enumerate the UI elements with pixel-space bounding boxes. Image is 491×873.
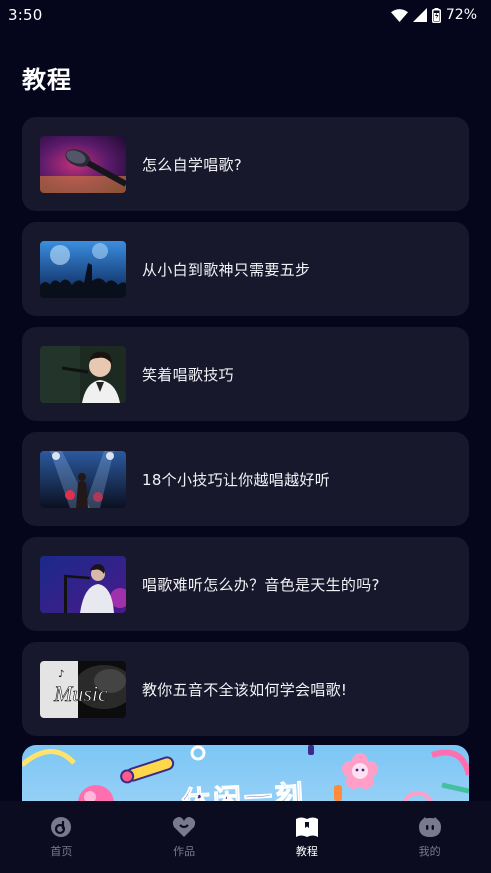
nav-item-works[interactable]: 作品	[123, 801, 246, 873]
profile-face-icon	[417, 815, 443, 839]
music-text-image: Music ♪	[40, 660, 126, 718]
wifi-icon	[390, 8, 408, 22]
nav-label-works: 作品	[173, 845, 196, 858]
status-time: 3:50	[8, 6, 43, 24]
heart-icon	[171, 815, 197, 839]
tutorial-card[interactable]: 18个小技巧让你越唱越好听	[22, 432, 469, 526]
nav-item-home[interactable]: 首页	[0, 801, 123, 873]
tutorial-card[interactable]: 从小白到歌神只需要五步	[22, 222, 469, 316]
tutorial-title: 唱歌难听怎么办？音色是天生的吗?	[142, 575, 380, 594]
tutorial-card[interactable]: 怎么自学唱歌?	[22, 117, 469, 211]
microphone-image	[40, 135, 126, 193]
status-icons: 72%	[390, 7, 477, 23]
tutorial-title: 笑着唱歌技巧	[142, 365, 234, 384]
nav-label-tutorial: 教程	[295, 845, 318, 858]
tutorial-title: 怎么自学唱歌?	[142, 155, 243, 174]
battery-percentage: 72%	[445, 7, 477, 23]
tutorial-title: 教你五音不全该如何学会唱歌!	[142, 680, 348, 699]
tutorial-card[interactable]: 唱歌难听怎么办？音色是天生的吗?	[22, 537, 469, 631]
music-thumb-text: Music	[53, 681, 108, 706]
tutorial-card[interactable]: 笑着唱歌技巧	[22, 327, 469, 421]
page-title: 教程	[22, 66, 72, 94]
nav-label-home: 首页	[50, 845, 73, 858]
tutorial-title: 从小白到歌神只需要五步	[142, 260, 311, 279]
tutorial-list: 怎么自学唱歌? 从小白到歌神只需要五步 笑着唱歌技巧 18个小技巧让你越唱越好听…	[22, 117, 469, 747]
nav-item-mine[interactable]: 我的	[368, 801, 491, 873]
home-disc-icon	[48, 815, 74, 839]
stage-performer-image	[40, 450, 126, 508]
svg-text:♪: ♪	[58, 669, 64, 680]
nav-item-tutorial[interactable]: 教程	[246, 801, 369, 873]
status-bar: 3:50 72%	[0, 0, 491, 30]
book-icon	[294, 815, 320, 839]
signal-icon	[412, 8, 427, 22]
tutorial-card[interactable]: Music ♪ 教你五音不全该如何学会唱歌!	[22, 642, 469, 736]
battery-icon	[431, 7, 441, 23]
singer-blue-light-image	[40, 555, 126, 613]
tutorial-title: 18个小技巧让你越唱越好听	[142, 470, 330, 489]
bottom-nav: 首页 作品 教程 我的	[0, 801, 491, 873]
singer-smiling-image	[40, 345, 126, 403]
concert-crowd-image	[40, 240, 126, 298]
nav-label-mine: 我的	[418, 845, 441, 858]
